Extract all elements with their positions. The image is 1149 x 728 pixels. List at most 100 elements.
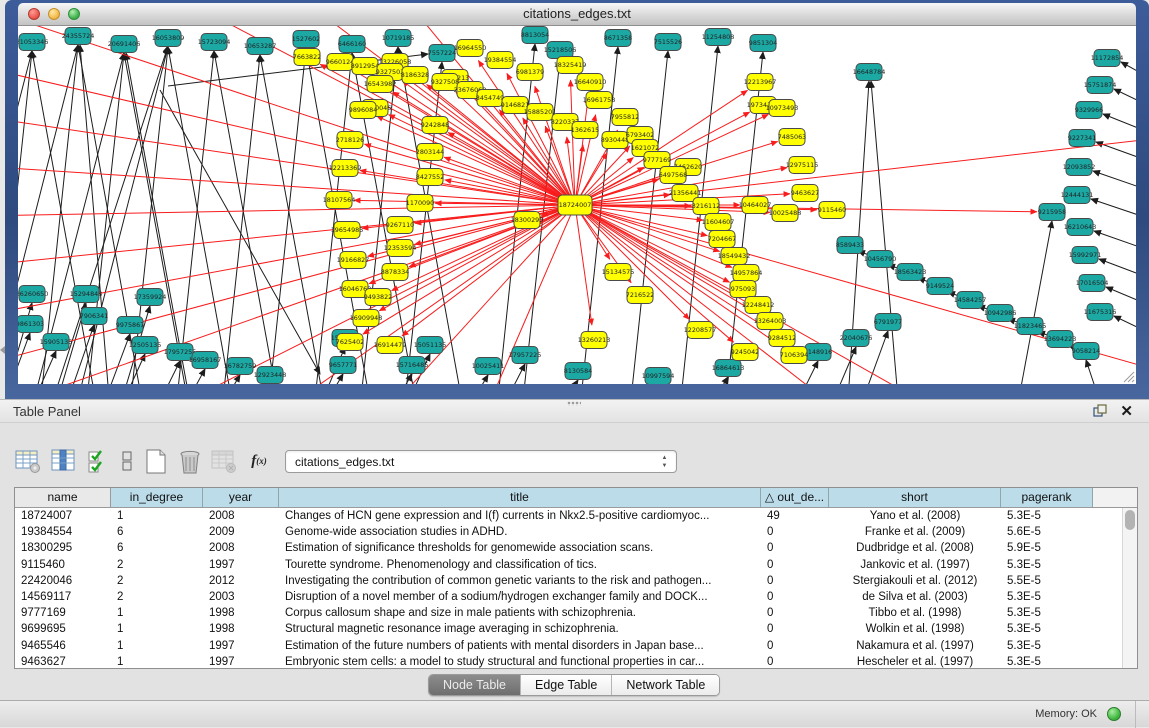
table-cell[interactable]: 5.3E-5 [1001,508,1093,524]
table-cell[interactable]: 0 [761,638,829,654]
table-cell[interactable]: 2 [111,589,203,605]
graph-node[interactable]: 10025411 [472,358,505,375]
graph-node[interactable]: 12213967 [744,74,777,91]
graph-edge[interactable] [1096,142,1136,168]
graph-edge[interactable] [1093,171,1136,197]
graph-node[interactable]: 6981379 [516,64,544,81]
column-header-title[interactable]: title [279,488,761,507]
graph-edge[interactable] [1103,114,1136,140]
table-cell[interactable]: 49 [761,508,829,524]
delete-column-button[interactable] [175,446,205,476]
table-cell[interactable]: Jankovic et al. (1997) [829,557,1001,573]
table-cell[interactable]: 5.3E-5 [1001,621,1093,637]
graph-node[interactable]: 12208577 [684,322,717,339]
graph-node[interactable]: 12248412 [742,297,775,314]
collapsed-splitter-icon[interactable] [0,346,5,354]
graph-node[interactable]: 12353594 [384,240,417,257]
table-cell[interactable]: Corpus callosum shape and size in male p… [279,605,761,621]
table-cell[interactable]: 5.3E-5 [1001,557,1093,573]
float-panel-icon[interactable] [1093,404,1107,418]
table-mode-button[interactable] [12,446,42,476]
graph-node[interactable]: 13260213 [578,332,611,349]
table-cell[interactable]: 1 [111,605,203,621]
column-header-pagerank[interactable]: pagerank [1001,488,1093,507]
graph-node[interactable]: 19166827 [337,252,370,269]
table-cell[interactable]: 0 [761,557,829,573]
graph-node[interactable]: 9115460 [818,202,846,219]
graph-node[interactable]: 10973493 [766,100,799,117]
graph-edge[interactable] [686,377,728,384]
graph-node[interactable]: 14957864 [730,265,763,282]
graph-edge[interactable] [1114,316,1136,342]
graph-node[interactable]: 18325419 [554,57,587,74]
table-row[interactable]: 969969511998Structural magnetic resonanc… [15,621,1137,637]
graph-node[interactable]: 9058214 [1072,343,1100,360]
tab-node-table[interactable]: Node Table [429,675,521,695]
graph-node[interactable]: 1527602 [292,31,320,48]
graph-node[interactable]: 7557224 [428,45,456,62]
table-cell[interactable]: 1997 [203,638,279,654]
table-cell[interactable]: 1 [111,621,203,637]
graph-edge[interactable] [1010,221,1052,384]
table-cell[interactable]: de Silva et al. (2003) [829,589,1001,605]
table-cell[interactable]: 0 [761,589,829,605]
graph-node[interactable]: 7663822 [293,49,321,66]
citation-network-graph[interactable]: 2105334624355724206914061605380915723094… [18,26,1136,384]
graph-node[interactable]: 9329966 [1075,102,1103,119]
graph-node[interactable]: 16648784 [853,64,886,81]
graph-edge[interactable] [370,374,412,384]
graph-node[interactable]: 7955812 [611,109,639,126]
graph-node[interactable]: 17016504 [1076,275,1109,292]
table-cell[interactable]: 9465546 [15,638,111,654]
graph-edge[interactable] [18,351,56,384]
graph-node[interactable]: 15992971 [1069,247,1102,264]
select-all-button[interactable] [83,446,113,476]
graph-node[interactable]: 9777169 [643,152,671,169]
graph-node[interactable]: 9284512 [768,330,796,347]
graph-node[interactable]: 8589433 [836,237,864,254]
graph-node[interactable]: 12975115 [786,157,819,174]
graph-edge[interactable] [88,334,130,384]
graph-node[interactable]: 10464027 [739,197,772,214]
table-cell[interactable]: 0 [761,540,829,556]
graph-node[interactable]: 16909948 [350,310,383,327]
tab-edge-table[interactable]: Edge Table [521,675,612,695]
table-cell[interactable]: Stergiakouli et al. (2012) [829,573,1001,589]
table-cell[interactable]: 22420046 [15,573,111,589]
graph-edge[interactable] [18,333,30,384]
graph-edge[interactable] [392,205,575,291]
graph-edge[interactable] [218,55,260,384]
tab-network-table[interactable]: Network Table [612,675,719,695]
graph-node[interactable]: 15134575 [602,264,635,281]
table-cell[interactable]: 1997 [203,557,279,573]
graph-node[interactable]: 15051135 [414,337,447,354]
graph-node[interactable]: 9245042 [731,344,759,361]
graph-edge[interactable] [1086,360,1108,384]
column-header-short[interactable]: short [829,488,1001,507]
graph-node[interactable]: 9975867 [116,317,144,334]
graph-node[interactable]: 13264003 [754,313,787,330]
graph-edge[interactable] [1121,62,1136,88]
table-cell[interactable]: 6 [111,524,203,540]
graph-node[interactable]: 8130584 [564,363,592,380]
table-row[interactable]: 1456911722003Disruption of a novel membe… [15,589,1137,605]
table-cell[interactable]: 5.3E-5 [1001,605,1093,621]
table-cell[interactable]: 2008 [203,540,279,556]
table-cell[interactable]: 9463627 [15,654,111,669]
graph-node[interactable]: 8671358 [604,30,632,47]
graph-edge[interactable] [446,375,488,384]
column-header-out_de[interactable]: △ out_de... [761,488,829,507]
graph-node[interactable]: 2803144 [416,144,444,161]
graph-edge[interactable] [871,81,902,384]
graph-edge[interactable] [18,205,575,366]
graph-edge[interactable] [32,51,104,384]
new-column-button[interactable] [141,446,171,476]
table-cell[interactable]: Embryonic stem cells: a model to study s… [279,654,761,669]
graph-node[interactable]: 15751874 [1084,77,1117,94]
table-cell[interactable]: Changes of HCN gene expression and I(f) … [279,508,761,524]
graph-node[interactable]: 15905135 [40,334,73,351]
table-cell[interactable]: 5.6E-5 [1001,524,1093,540]
window-titlebar[interactable]: citations_edges.txt [18,3,1136,26]
graph-node[interactable]: 9267110 [386,217,414,234]
table-cell[interactable]: 9115460 [15,557,111,573]
